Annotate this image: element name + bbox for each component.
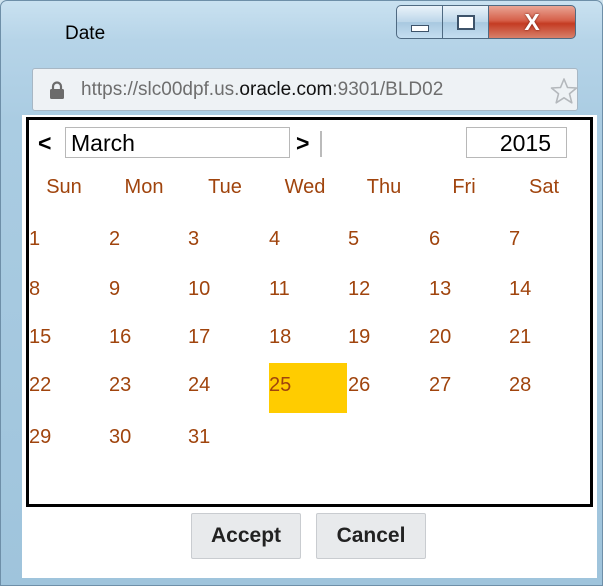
day-cell[interactable]: 31 bbox=[188, 415, 266, 465]
day-cell[interactable]: 23 bbox=[109, 363, 187, 413]
day-cell[interactable]: 29 bbox=[29, 415, 107, 465]
day-cell[interactable]: 24 bbox=[188, 363, 266, 413]
day-cell[interactable]: 3 bbox=[188, 217, 266, 267]
day-cell[interactable]: 4 bbox=[269, 217, 347, 267]
address-bar[interactable]: https://slc00dpf.us.oracle.com:9301/BLD0… bbox=[32, 68, 578, 111]
day-cell[interactable]: 22 bbox=[29, 363, 107, 413]
close-icon: X bbox=[524, 8, 540, 35]
calendar: < March > 2015 Sun Mon Tue Wed Thu Fri Sat 123… bbox=[26, 117, 593, 507]
day-cell-selected[interactable]: 25 bbox=[269, 363, 347, 413]
day-cell[interactable]: 10 bbox=[188, 267, 266, 317]
minimize-button[interactable] bbox=[396, 5, 443, 39]
minimize-icon bbox=[410, 24, 429, 32]
prev-month-button[interactable]: < bbox=[38, 131, 51, 155]
cancel-button[interactable]: Cancel bbox=[316, 513, 426, 559]
maximize-icon bbox=[456, 14, 475, 30]
day-cell[interactable]: 9 bbox=[109, 267, 187, 317]
year-field[interactable]: 2015 bbox=[466, 127, 567, 158]
weekday-label: Sat bbox=[528, 176, 560, 198]
day-cell[interactable]: 5 bbox=[348, 217, 426, 267]
day-cell[interactable]: 13 bbox=[429, 267, 507, 317]
url-suffix: :9301/BLD02 bbox=[332, 79, 444, 100]
day-cell[interactable]: 1 bbox=[29, 217, 107, 267]
day-cell[interactable]: 18 bbox=[269, 315, 347, 365]
url-prefix: https://slc00dpf.us. bbox=[81, 79, 240, 100]
maximize-button[interactable] bbox=[443, 5, 489, 39]
day-cell[interactable]: 17 bbox=[188, 315, 266, 365]
accept-button[interactable]: Accept bbox=[191, 513, 301, 559]
date-dialog-window: Date X https://slc00dpf.us.oracle.com:93… bbox=[0, 0, 603, 586]
day-cell[interactable]: 11 bbox=[269, 267, 347, 317]
day-cell[interactable]: 8 bbox=[29, 267, 107, 317]
day-cell[interactable]: 14 bbox=[509, 267, 587, 317]
weekday-label: Mon bbox=[124, 176, 164, 198]
close-button[interactable]: X bbox=[489, 5, 576, 39]
url-text[interactable]: https://slc00dpf.us.oracle.com:9301/BLD0… bbox=[81, 79, 547, 103]
day-cell[interactable]: 7 bbox=[509, 217, 587, 267]
dialog-body: < March > 2015 Sun Mon Tue Wed Thu Fri Sat 123… bbox=[22, 115, 597, 578]
day-cell[interactable]: 12 bbox=[348, 267, 426, 317]
window-title: Date bbox=[65, 23, 106, 44]
weekday-label: Wed bbox=[284, 176, 326, 198]
weekday-label: Tue bbox=[208, 176, 242, 198]
weekday-label: Thu bbox=[366, 176, 402, 198]
weekday-label: Fri bbox=[452, 176, 476, 198]
day-cell[interactable]: 16 bbox=[109, 315, 187, 365]
day-cell[interactable]: 27 bbox=[429, 363, 507, 413]
day-cell[interactable]: 15 bbox=[29, 315, 107, 365]
day-cell[interactable]: 6 bbox=[429, 217, 507, 267]
day-cell[interactable]: 28 bbox=[509, 363, 587, 413]
day-cell[interactable]: 21 bbox=[509, 315, 587, 365]
lock-icon bbox=[50, 81, 64, 99]
day-cell[interactable]: 2 bbox=[109, 217, 187, 267]
day-cell[interactable]: 20 bbox=[429, 315, 507, 365]
next-month-button[interactable]: > bbox=[296, 131, 309, 155]
title-bar: Date X bbox=[1, 1, 602, 59]
day-cell[interactable]: 26 bbox=[348, 363, 426, 413]
month-field[interactable]: March bbox=[65, 127, 290, 158]
url-domain: oracle.com bbox=[239, 79, 333, 100]
star-icon[interactable] bbox=[550, 77, 578, 105]
weekday-label: Sun bbox=[46, 176, 82, 198]
nav-divider bbox=[320, 131, 322, 157]
day-cell[interactable]: 19 bbox=[348, 315, 426, 365]
day-cell[interactable]: 30 bbox=[109, 415, 187, 465]
